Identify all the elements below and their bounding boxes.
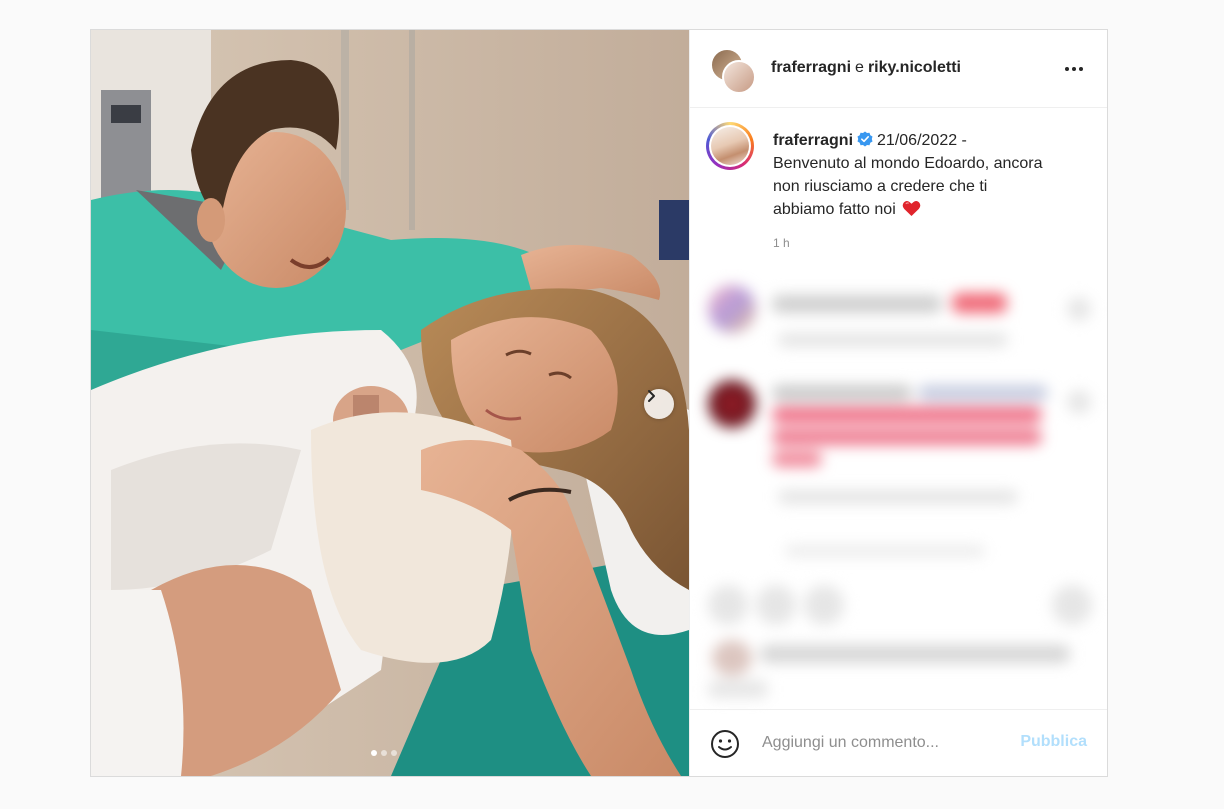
carousel-indicator (371, 750, 397, 756)
caption-line: non riusciamo a credere che ti (773, 178, 988, 195)
comment-text-placeholder (772, 295, 942, 313)
caption-username[interactable]: fraferragni (773, 132, 853, 149)
comment-meta-placeholder (778, 490, 1018, 504)
more-horizontal-icon (1065, 67, 1083, 71)
avatar (708, 285, 756, 333)
likes-placeholder (708, 680, 768, 698)
comment-text-placeholder (772, 407, 1042, 423)
blurred-comments (690, 285, 1107, 705)
username-link[interactable]: riky.nicoletti (868, 59, 961, 76)
action-icon-placeholder (1052, 585, 1092, 625)
caption-date: 21/06/2022 - (877, 132, 967, 149)
comment-text-placeholder (918, 385, 1048, 401)
carousel-dot (381, 750, 387, 756)
action-icon-placeholder (708, 585, 748, 625)
more-options-button[interactable] (1063, 58, 1085, 85)
comment-text-placeholder (772, 385, 912, 401)
collab-avatars[interactable] (710, 48, 756, 94)
verified-badge-icon (857, 131, 873, 147)
emoji-smile-icon (711, 730, 739, 758)
post-photo[interactable] (91, 30, 689, 776)
photo-illustration (91, 30, 689, 776)
post-header: fraferragni e riky.nicoletti (690, 30, 1107, 108)
comment-text-placeholder (772, 429, 1042, 445)
carousel-dot-active (371, 750, 377, 756)
chevron-right-icon (648, 390, 655, 402)
collab-usernames: fraferragni e riky.nicoletti (771, 59, 961, 77)
carousel-dot (391, 750, 397, 756)
next-photo-button[interactable] (644, 389, 674, 419)
comment-like-placeholder (1067, 297, 1091, 321)
post-timestamp: 1 h (773, 236, 790, 250)
avatar (708, 380, 756, 428)
action-icon-placeholder (804, 585, 844, 625)
caption-line: Benvenuto al mondo Edoardo, ancora (773, 155, 1043, 172)
caption-text: fraferragni 21/06/2022 - Benvenuto al mon… (773, 129, 1083, 221)
comment-emoji-placeholder (952, 293, 1007, 313)
caption-line: abbiamo fatto noi (773, 201, 896, 218)
emoji-picker-button[interactable] (710, 729, 740, 764)
comment-input[interactable] (760, 728, 1014, 758)
avatar (711, 127, 749, 165)
action-icon-placeholder (756, 585, 796, 625)
view-replies-placeholder (785, 545, 985, 557)
avatar (712, 640, 752, 676)
likes-placeholder (760, 645, 1070, 663)
comment-like-placeholder (1067, 390, 1091, 414)
post-side-panel: fraferragni e riky.nicoletti fraferragni 21… (689, 30, 1107, 776)
comment-meta-placeholder (778, 333, 1008, 347)
story-ring-avatar[interactable] (706, 122, 754, 170)
red-heart-emoji (902, 201, 921, 217)
comment-text-placeholder (772, 451, 822, 467)
add-comment-bar: Pubblica (690, 709, 1107, 776)
username-link[interactable]: fraferragni (771, 59, 851, 76)
instagram-post: fraferragni e riky.nicoletti fraferragni 21… (90, 29, 1108, 777)
username-separator: e (855, 59, 864, 76)
publish-button[interactable]: Pubblica (1020, 733, 1087, 751)
avatar (722, 60, 756, 94)
